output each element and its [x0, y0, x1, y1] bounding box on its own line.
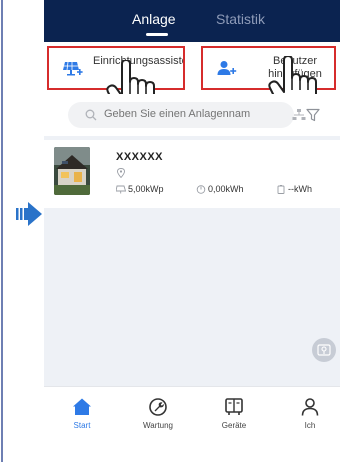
solar-capacity-icon [116, 185, 126, 194]
plant-energy: 0,00kWh [196, 184, 244, 194]
nav-start-label: Start [73, 421, 91, 430]
plant-name: XXXXXX [116, 151, 164, 163]
energy-icon [196, 185, 206, 194]
plant-capacity-value: 5,00kWp [128, 184, 164, 194]
bottom-navigation: Start Wartung Geräte Ich [44, 386, 340, 444]
floating-action-button[interactable] [312, 338, 336, 362]
solar-panel-add-icon [63, 61, 83, 76]
add-user-icon [217, 61, 237, 75]
sort-icon[interactable] [292, 108, 306, 122]
plant-energy-value: 0,00kWh [208, 184, 244, 194]
filter-icon[interactable] [306, 108, 320, 122]
nav-wartung[interactable]: Wartung [128, 397, 188, 430]
plant-card[interactable]: XXXXXX 5,00kWp 0,00kWh --kWh [44, 140, 340, 208]
nav-wartung-label: Wartung [143, 421, 173, 430]
nav-geraete-label: Geräte [221, 421, 247, 430]
app-screen: Anlage Statistik Einrichtungsassistent [44, 0, 340, 444]
map-marker-icon [317, 344, 331, 356]
search-input[interactable] [104, 108, 274, 120]
plant-capacity: 5,00kWp [116, 184, 164, 194]
location-pin-icon [117, 168, 125, 178]
plant-search-box[interactable] [68, 102, 306, 128]
tab-anlage[interactable]: Anlage [132, 11, 176, 27]
active-tab-indicator [146, 33, 168, 36]
quick-action-bar: Einrichtungsassistent Benutzer hinzufüge… [44, 42, 340, 115]
home-icon [73, 398, 91, 415]
tab-statistik[interactable]: Statistik [216, 11, 265, 27]
device-icon [225, 398, 243, 415]
battery-icon [277, 185, 285, 195]
step-arrow-icon [16, 202, 42, 226]
nav-geraete[interactable]: Geräte [204, 397, 264, 430]
plant-photo [54, 147, 90, 195]
wrench-icon [149, 398, 167, 416]
search-row [44, 94, 340, 136]
left-divider-line [1, 0, 3, 462]
nav-start[interactable]: Start [52, 397, 112, 430]
top-tab-bar: Anlage Statistik [44, 0, 340, 42]
nav-ich[interactable]: Ich [280, 397, 340, 430]
search-icon [85, 109, 97, 121]
plant-battery-value: --kWh [288, 184, 312, 194]
nav-ich-label: Ich [304, 421, 316, 430]
plant-battery: --kWh [276, 184, 312, 195]
person-icon [301, 398, 319, 416]
